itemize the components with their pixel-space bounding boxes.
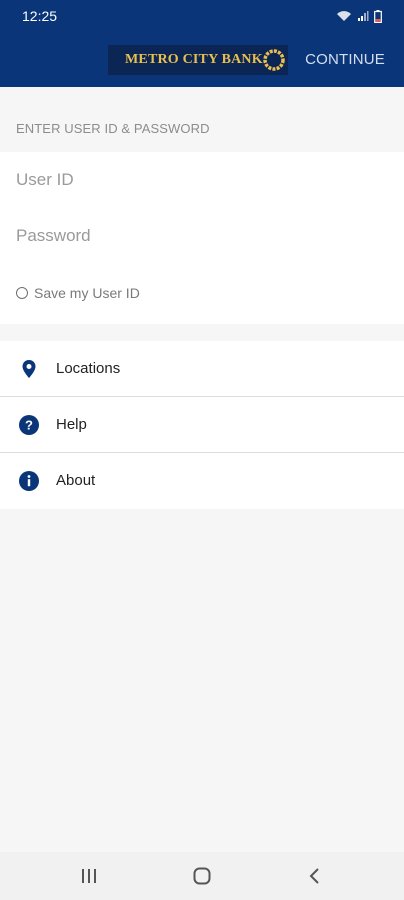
svg-text:?: ? [25, 418, 33, 433]
menu-list: Locations ? Help About [0, 341, 404, 509]
logo-text: METRO CITY BANK [125, 52, 263, 67]
recent-apps-icon[interactable] [79, 866, 99, 886]
status-bar: 12:25 [0, 0, 404, 32]
save-user-id-option[interactable]: Save my User ID [16, 285, 140, 301]
battery-icon [374, 9, 382, 23]
status-icons [336, 9, 382, 23]
login-section-label: ENTER USER ID & PASSWORD [16, 121, 210, 136]
help-circle-icon: ? [19, 415, 39, 435]
system-nav-bar [0, 852, 404, 900]
menu-item-label: Help [56, 416, 87, 433]
wifi-icon [337, 11, 351, 21]
logo-ring-icon [263, 49, 285, 71]
menu-item-help[interactable]: ? Help [0, 397, 404, 453]
save-user-id-radio[interactable] [16, 287, 28, 299]
location-pin-icon [22, 360, 36, 378]
metro-city-bank-logo: METRO CITY BANK [108, 45, 288, 75]
menu-item-about[interactable]: About [0, 453, 404, 509]
home-icon[interactable] [192, 866, 212, 886]
continue-button[interactable]: CONTINUE [305, 51, 385, 68]
save-user-id-label: Save my User ID [34, 285, 140, 301]
signal-icon [358, 11, 369, 21]
back-icon[interactable] [305, 866, 325, 886]
user-id-input[interactable] [16, 160, 388, 200]
menu-item-label: About [56, 472, 96, 489]
info-circle-icon [19, 471, 39, 491]
menu-item-locations[interactable]: Locations [0, 341, 404, 397]
status-time: 12:25 [22, 8, 58, 24]
password-input[interactable] [16, 216, 388, 256]
app-bar: METRO CITY BANK CONTINUE [0, 32, 404, 87]
menu-item-label: Locations [56, 360, 121, 377]
